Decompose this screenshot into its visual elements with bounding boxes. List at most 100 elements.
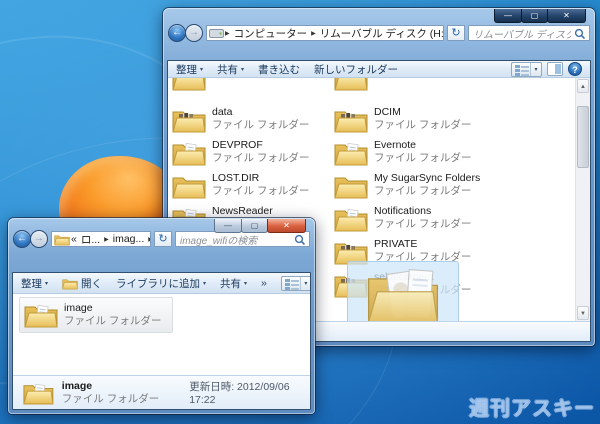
details-meta: image ファイル フォルダー <box>62 380 159 406</box>
minimize-icon: — <box>224 220 232 230</box>
breadcrumb-separator-icon: ▶ <box>311 30 316 37</box>
explorer-window-image-wifi[interactable]: — ▢ ✕ ← → « ロ... ▶ imag... ▶ ▾ ↻ image_w… <box>8 218 315 414</box>
back-button[interactable]: ← <box>13 230 31 248</box>
chevron-down-icon: ▾ <box>45 280 49 287</box>
forward-arrow-icon: → <box>34 233 44 244</box>
back-arrow-icon: ← <box>17 233 27 244</box>
share-button[interactable]: 共有 ▾ <box>217 62 244 77</box>
folder-icon <box>54 233 70 246</box>
maximize-button[interactable]: ▢ <box>521 9 548 23</box>
window-body: 整理▾ 開く ライブラリに追加▾ 共有▾ » ▾ ? <box>12 272 311 410</box>
address-bar: ← → ▶ コンピューター ▶ リムーバブル ディスク (H:) ▶ ▾ ↻ リ… <box>163 24 595 44</box>
breadcrumb-overflow-icon[interactable]: « <box>70 233 78 245</box>
scrollbar[interactable]: ▲ ▼ <box>575 78 590 321</box>
minimize-icon: — <box>504 10 512 20</box>
chevron-down-icon: ▾ <box>530 62 541 76</box>
breadcrumb-item-truncated[interactable]: ロ... <box>78 232 103 246</box>
back-button[interactable]: ← <box>168 24 186 42</box>
view-controls: ▾ ? <box>511 61 582 77</box>
change-view-button[interactable]: ▾ <box>280 275 310 291</box>
chevron-down-icon: ▾ <box>241 66 245 73</box>
file-item[interactable]: data ファイル フォルダー <box>172 106 324 138</box>
file-item[interactable]: My SugarSync Folders ファイル フォルダー <box>334 172 486 204</box>
close-icon: ✕ <box>563 10 570 20</box>
breadcrumb-item-removable-disk[interactable]: リムーバブル ディスク (H:) <box>317 26 443 40</box>
search-input[interactable]: image_wifiの検索 <box>175 231 310 247</box>
folder-files-icon <box>334 78 368 92</box>
forward-button[interactable]: → <box>30 230 48 248</box>
toolbar-overflow-button[interactable]: » <box>261 277 267 289</box>
close-button[interactable]: ✕ <box>267 219 306 233</box>
file-item[interactable]: LOST.DIR ファイル フォルダー <box>172 172 324 204</box>
chevron-down-icon: ▾ <box>200 66 204 73</box>
breadcrumb-item-image[interactable]: imag... <box>110 233 148 245</box>
file-item[interactable]: DEVPROF ファイル フォルダー <box>172 139 324 171</box>
help-icon: ? <box>572 65 578 75</box>
scrollbar-thumb[interactable] <box>577 106 589 168</box>
folder-doc-icon <box>24 301 58 329</box>
forward-arrow-icon: → <box>189 27 199 38</box>
back-arrow-icon: ← <box>172 27 182 38</box>
scroll-down-icon[interactable]: ▼ <box>577 306 589 320</box>
breadcrumb[interactable]: « ロ... ▶ imag... ▶ ▾ <box>51 231 151 247</box>
forward-button[interactable]: → <box>185 24 203 42</box>
chevron-down-icon: ▾ <box>299 276 310 290</box>
chevron-down-icon: ▾ <box>244 280 248 287</box>
burn-button[interactable]: 書き込む <box>258 62 300 77</box>
file-item[interactable]: Evernote ファイル フォルダー <box>334 139 486 171</box>
folder-doc-icon <box>172 139 206 167</box>
help-button[interactable]: ? <box>568 62 582 76</box>
file-item-image[interactable]: image ファイル フォルダー <box>19 297 173 333</box>
chevron-down-icon: ▾ <box>203 280 207 287</box>
folder-open-icon <box>367 268 439 321</box>
address-bar: ← → « ロ... ▶ imag... ▶ ▾ ↻ image_wifiの検索 <box>8 230 315 250</box>
folder-files-icon <box>172 106 206 134</box>
views-icon <box>282 277 300 290</box>
share-button[interactable]: 共有 ▾ <box>220 276 247 291</box>
file-item[interactable]: ファイル フォルダー <box>334 78 486 96</box>
file-item[interactable]: Notifications ファイル フォルダー <box>334 205 486 237</box>
watermark: 週刊アスキー <box>469 398 595 420</box>
folder-icon <box>62 277 78 290</box>
caption-buttons: — ▢ ✕ <box>214 219 306 233</box>
minimize-button[interactable]: — <box>494 9 522 23</box>
scroll-up-icon[interactable]: ▲ <box>577 79 589 93</box>
close-button[interactable]: ✕ <box>547 9 586 23</box>
organize-button[interactable]: 整理 ▾ <box>176 62 203 77</box>
folder-doc-icon <box>334 139 368 167</box>
breadcrumb[interactable]: ▶ コンピューター ▶ リムーバブル ディスク (H:) ▶ ▾ <box>206 25 444 41</box>
folder-doc-icon <box>23 378 54 408</box>
breadcrumb-item-computer[interactable]: コンピューター <box>231 26 311 40</box>
organize-button[interactable]: 整理 ▾ <box>21 276 48 291</box>
refresh-icon: ↻ <box>158 233 168 245</box>
refresh-button[interactable]: ↻ <box>447 25 465 41</box>
restore-icon: ▢ <box>250 220 259 230</box>
preview-pane-button[interactable] <box>547 62 563 76</box>
breadcrumb-separator-icon: ▶ <box>147 236 150 243</box>
maximize-icon: ▢ <box>530 10 539 20</box>
details-modified: 更新日時: 2012/09/06 17:22 <box>189 381 290 406</box>
folder-files-icon <box>172 78 206 92</box>
minimize-button[interactable]: — <box>214 219 242 233</box>
drag-ghost[interactable] <box>347 261 459 321</box>
new-folder-button[interactable]: 新しいフォルダー <box>314 62 398 77</box>
file-item[interactable]: DCIM ファイル フォルダー <box>334 106 486 138</box>
search-icon <box>574 28 585 39</box>
folder-plain-icon <box>172 172 206 200</box>
refresh-button[interactable]: ↻ <box>154 231 172 247</box>
views-icon <box>512 63 530 76</box>
search-icon <box>294 234 305 245</box>
restore-button[interactable]: ▢ <box>241 219 268 233</box>
refresh-icon: ↻ <box>451 27 461 39</box>
details-name: image <box>61 379 93 392</box>
open-button[interactable]: 開く <box>62 276 102 291</box>
breadcrumb-separator-icon: ▶ <box>225 30 230 37</box>
file-list: image ファイル フォルダー <box>13 294 310 375</box>
search-value: リムーバブル ディスク (H... <box>473 29 571 41</box>
change-view-button[interactable]: ▾ <box>511 61 542 77</box>
add-to-library-button[interactable]: ライブラリに追加 ▾ <box>116 276 206 291</box>
file-item[interactable]: ファイル フォルダー <box>172 78 324 96</box>
search-input[interactable]: リムーバブル ディスク (H... <box>468 25 590 41</box>
command-bar: 整理 ▾ 共有 ▾ 書き込む 新しいフォルダー ▾ ? <box>168 61 590 78</box>
details-pane: image ファイル フォルダー 更新日時: 2012/09/06 17:22 <box>13 375 310 409</box>
